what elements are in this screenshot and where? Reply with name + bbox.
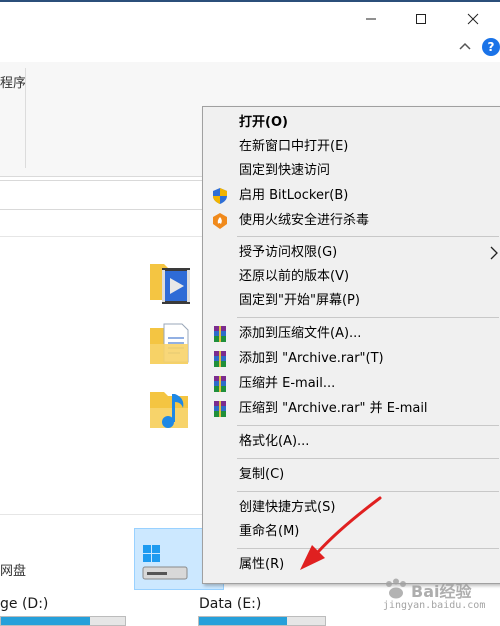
maximize-button[interactable]: [398, 4, 444, 34]
menu-item-label: 授予访问权限(G): [239, 245, 338, 260]
menu-item-label: 还原以前的版本(V): [239, 269, 350, 284]
ribbon-collapse-button[interactable]: [456, 38, 474, 56]
winrar-icon: [214, 376, 226, 392]
folder-icon: [150, 323, 189, 364]
menu-item-format[interactable]: 格式化(A)...: [203, 430, 500, 454]
menu-separator: [237, 236, 499, 237]
menu-item-label: 压缩并 E-mail...: [239, 376, 336, 391]
chevron-right-icon: [490, 246, 498, 260]
menu-item-label: 压缩到 "Archive.rar" 并 E-mail: [239, 401, 428, 416]
menu-separator: [237, 491, 499, 492]
baidu-paw-icon: [386, 578, 406, 599]
drive-d-usage-bar: [0, 616, 126, 626]
network-drive-label: 网盘: [0, 564, 27, 579]
help-icon[interactable]: ?: [482, 38, 500, 56]
menu-item-label: 属性(R): [239, 557, 285, 572]
drive-e-label: Data (E:): [199, 596, 262, 612]
menu-item-huorong-scan[interactable]: 使用火绒安全进行杀毒: [203, 209, 500, 233]
menu-separator: [237, 548, 499, 549]
menu-item-label: 添加到 "Archive.rar"(T): [239, 351, 384, 366]
winrar-icon: [214, 351, 226, 367]
menu-item-compress-rar-email[interactable]: 压缩到 "Archive.rar" 并 E-mail: [203, 397, 500, 421]
ribbon-tab-row: [0, 34, 500, 60]
menu-item-bitlocker[interactable]: 启用 BitLocker(B): [203, 184, 500, 208]
menu-item-restore-versions[interactable]: 还原以前的版本(V): [203, 265, 500, 289]
menu-item-open-new-window[interactable]: 在新窗口中打开(E): [203, 135, 500, 159]
watermark-url: jingyan.baidu.com: [383, 600, 486, 611]
watermark: Bai经验 jingyan.baidu.com: [383, 578, 495, 614]
menu-item-label: 格式化(A)...: [239, 434, 310, 449]
winrar-icon: [214, 401, 226, 417]
menu-item-add-to-archive-rar[interactable]: 添加到 "Archive.rar"(T): [203, 347, 500, 371]
folder-icon: [150, 264, 190, 304]
menu-item-label: 使用火绒安全进行杀毒: [239, 213, 370, 228]
menu-item-grant-access[interactable]: 授予访问权限(G): [203, 241, 500, 265]
menu-item-pin-start[interactable]: 固定到"开始"屏幕(P): [203, 289, 500, 313]
watermark-text: Bai经验: [411, 582, 472, 601]
menu-item-rename[interactable]: 重命名(M): [203, 520, 500, 544]
menu-item-label: 打开(O): [239, 115, 288, 130]
winrar-icon: [214, 326, 226, 342]
menu-separator: [237, 458, 499, 459]
menu-separator: [237, 425, 499, 426]
shield-icon: [213, 188, 227, 204]
menu-item-add-to-archive[interactable]: 添加到压缩文件(A)...: [203, 322, 500, 346]
ribbon-group-label: 程序: [0, 76, 27, 91]
huorong-icon: [213, 213, 227, 229]
menu-item-label: 添加到压缩文件(A)...: [239, 326, 362, 341]
menu-item-create-shortcut[interactable]: 创建快捷方式(S): [203, 496, 500, 520]
menu-item-open[interactable]: 打开(O): [203, 111, 500, 135]
drive-d-label: ge (D:): [0, 596, 49, 612]
menu-item-copy[interactable]: 复制(C): [203, 463, 500, 487]
ribbon-divider: [25, 68, 26, 168]
menu-item-label: 在新窗口中打开(E): [239, 139, 349, 154]
title-bar: [0, 2, 500, 34]
menu-item-label: 固定到快速访问: [239, 163, 331, 178]
folder-icon: [150, 392, 188, 428]
minimize-icon: [366, 18, 376, 20]
menu-item-pin-quick-access[interactable]: 固定到快速访问: [203, 159, 500, 183]
menu-item-label: 创建快捷方式(S): [239, 500, 336, 515]
close-icon: [467, 13, 479, 25]
menu-item-label: 复制(C): [239, 467, 285, 482]
music-folder-icon[interactable]: [148, 384, 192, 432]
menu-item-compress-email[interactable]: 压缩并 E-mail...: [203, 372, 500, 396]
context-menu: 打开(O) 在新窗口中打开(E) 固定到快速访问 启用 BitLocker(B)…: [202, 106, 500, 584]
maximize-icon: [416, 14, 426, 24]
menu-item-label: 重命名(M): [239, 524, 300, 539]
chevron-up-icon: [459, 42, 471, 50]
menu-separator: [237, 317, 499, 318]
windows-drive-icon: [142, 545, 188, 580]
video-folder-icon[interactable]: [148, 256, 192, 304]
minimize-button[interactable]: [348, 4, 394, 34]
drive-e-usage-bar: [198, 616, 326, 626]
menu-item-label: 固定到"开始"屏幕(P): [239, 293, 360, 308]
menu-item-label: 启用 BitLocker(B): [239, 188, 349, 203]
documents-folder-icon[interactable]: [148, 320, 192, 368]
close-button[interactable]: [450, 4, 496, 34]
menu-item-properties[interactable]: 属性(R): [203, 553, 500, 577]
